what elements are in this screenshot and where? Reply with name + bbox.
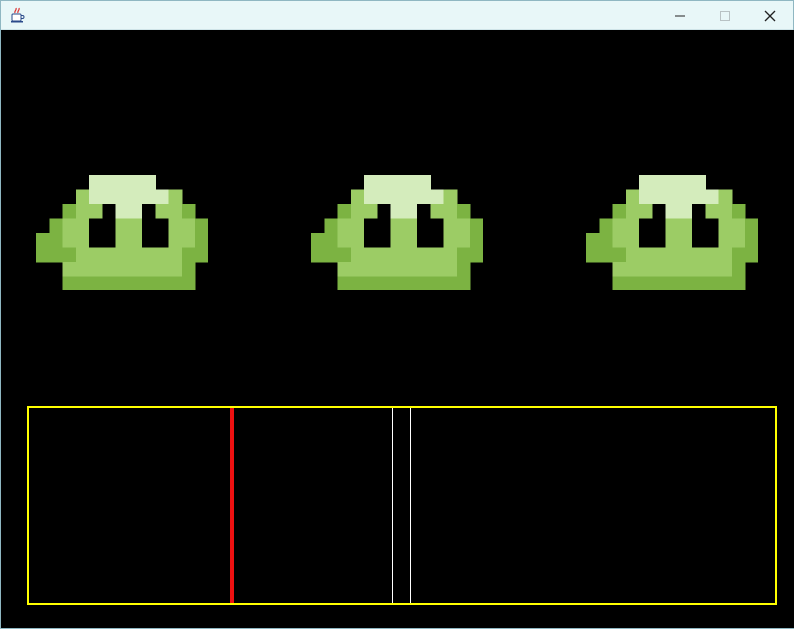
slime-enemy[interactable] [311, 175, 483, 290]
slime-enemy[interactable] [586, 175, 758, 290]
game-window [0, 0, 794, 629]
slime-enemy[interactable] [36, 175, 208, 290]
minimize-icon [674, 10, 686, 22]
maximize-icon [719, 10, 731, 22]
java-cup-icon [9, 7, 25, 23]
timing-bar[interactable] [27, 406, 777, 605]
close-icon [763, 9, 777, 23]
minimize-button[interactable] [657, 1, 703, 30]
timing-cursor [230, 408, 234, 603]
game-canvas[interactable] [2, 30, 794, 628]
title-bar[interactable] [1, 0, 793, 30]
hit-zone [392, 408, 411, 603]
maximize-button[interactable] [702, 1, 748, 30]
close-button[interactable] [747, 1, 793, 30]
